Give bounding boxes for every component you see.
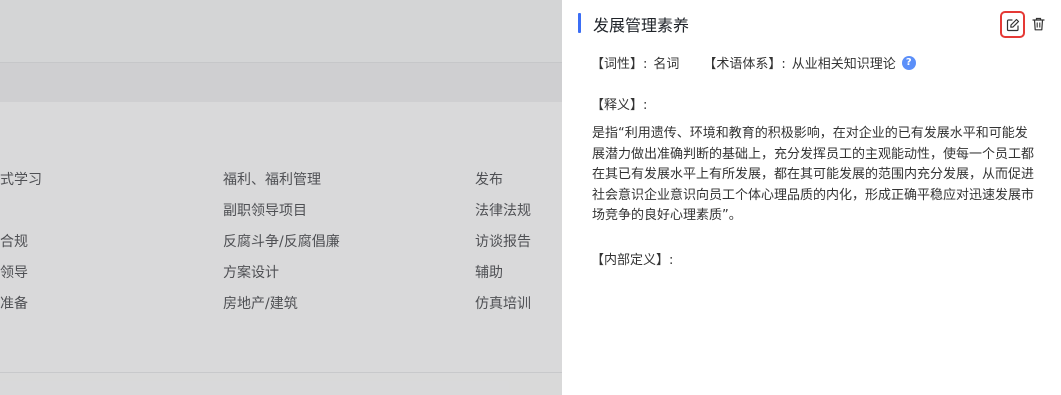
trash-icon — [1031, 17, 1045, 31]
drawer-title: 发展管理素养 — [593, 16, 690, 35]
internal-definition-label: 【内部定义】: — [591, 253, 674, 268]
edit-button[interactable] — [1000, 11, 1025, 38]
term-system-label: 【术语体系】: — [703, 57, 786, 72]
delete-button[interactable] — [1030, 15, 1046, 33]
definition-label: 【释义】: — [591, 98, 648, 113]
part-of-speech-value: 名词 — [653, 57, 680, 72]
term-detail-drawer: 发展管理素养 【词性】: 名词 【术语体系】: 从业相关知识理论 ? 【释义】:… — [562, 0, 1061, 395]
term-meta-row: 【词性】: 名词 【术语体系】: 从业相关知识理论 ? — [591, 53, 916, 72]
part-of-speech-label: 【词性】: — [591, 57, 648, 72]
drawer-mask-overlay[interactable] — [0, 0, 562, 395]
help-icon[interactable]: ? — [901, 55, 916, 70]
edit-icon — [1006, 18, 1019, 31]
definition-text: 是指“利用遗传、环境和教育的积极影响，在对企业的已有发展水平和可能发展潜力做出准… — [592, 126, 1035, 224]
title-accent-bar — [578, 13, 581, 33]
term-system-value: 从业相关知识理论 — [791, 57, 896, 72]
